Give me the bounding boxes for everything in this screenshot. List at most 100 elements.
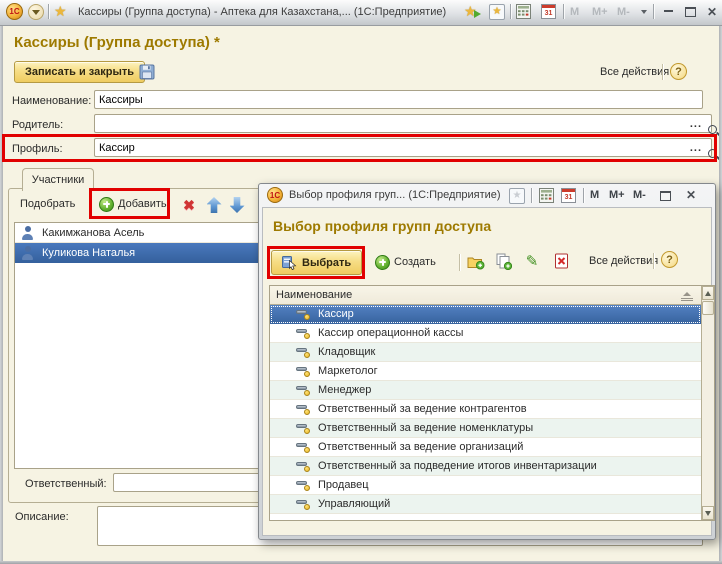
add-plus-icon [99,197,114,212]
dialog-titlebar: Выбор профиля груп... (1С:Предприятие) ★… [259,184,715,207]
memory-m-plus-button[interactable]: M+ [609,189,625,201]
profile-name: Продавец [318,479,369,491]
scrollbar-thumb[interactable] [702,301,714,315]
member-row[interactable]: Куликова Наталья [15,243,259,263]
minimize-button[interactable] [660,3,676,12]
profiles-table-body: Кассир Кассир операционной кассы Кладовщик… [270,305,701,520]
column-header-name[interactable]: Наименование [270,286,701,305]
1c-logo-icon [6,3,23,20]
profile-row[interactable]: Кассир операционной кассы [270,324,701,343]
titlebar-separator [510,4,511,19]
calculator-icon[interactable] [539,188,554,203]
delete-member-icon[interactable]: ✖ [179,195,199,215]
tab-members[interactable]: Участники [22,168,94,191]
profile-row[interactable]: Кассир [270,305,701,324]
profile-row[interactable]: Ответственный за ведение организаций [270,438,701,457]
profile-row[interactable]: Ответственный за ведение контрагентов [270,400,701,419]
parent-choose-button[interactable]: ... [686,118,706,130]
titlebar-separator [531,188,532,203]
show-favorites-icon[interactable]: ★ [509,188,525,204]
save-and-close-button[interactable]: Записать и закрыть [14,61,145,83]
responsible-field-label: Ответственный: [25,478,107,490]
dialog-client-area: Выбор профиля групп доступа Выбрать Созд… [262,207,712,536]
memory-m-minus-button[interactable]: M- [617,6,630,18]
profile-item-icon [296,385,310,396]
create-plus-icon [375,255,390,270]
profile-item-icon [296,461,310,472]
profile-item-icon [296,347,310,358]
help-button[interactable]: ? [670,63,687,80]
save-icon[interactable] [137,62,157,82]
move-down-icon[interactable] [227,195,247,215]
profile-input[interactable] [95,142,686,154]
form-title: Кассиры (Группа доступа) * [14,34,220,51]
calendar-icon[interactable]: 31 [541,4,556,19]
system-menu-button[interactable] [28,4,44,20]
profile-name: Кассир [318,308,354,320]
memory-m-button[interactable]: M [570,6,579,18]
profile-choose-button[interactable]: ... [686,142,706,154]
member-row[interactable]: Какимжанова Асель [15,223,259,243]
profile-row[interactable]: Кладовщик [270,343,701,362]
close-button[interactable]: ✕ [704,5,720,19]
dialog-close-button[interactable]: ✕ [683,188,699,202]
profile-name: Маркетолог [318,365,378,377]
profiles-table: Наименование Кассир Кассир операционной к… [269,285,715,521]
profile-name: Ответственный за ведение организаций [318,441,523,453]
profile-item-icon [296,480,310,491]
memory-m-minus-button[interactable]: M- [633,189,646,201]
description-field-label: Описание: [15,511,69,523]
create-group-icon[interactable] [466,252,486,272]
titlebar-more-chevron-icon[interactable] [641,6,647,17]
vertical-scrollbar[interactable] [701,286,714,520]
scroll-down-button[interactable] [702,506,714,520]
toolbar-separator [653,253,654,269]
profile-row[interactable]: Ответственный за ведение номенклатуры [270,419,701,438]
memory-m-plus-button[interactable]: M+ [592,6,608,18]
titlebar-separator [653,4,654,19]
dialog-help-button[interactable]: ? [661,251,678,268]
profile-item-icon [296,404,310,415]
select-icon [282,255,297,270]
name-field-label: Наименование: [12,95,91,107]
pick-members-button[interactable]: Подобрать [16,194,79,214]
triangle-up-icon [705,288,711,296]
profile-name: Ответственный за ведение контрагентов [318,403,527,415]
toolbar-separator [459,254,460,271]
profile-field-label: Профиль: [12,143,63,155]
profile-row[interactable]: Ответственный за подведение итогов инвен… [270,457,701,476]
titlebar-separator [48,4,49,19]
parent-field-label: Родитель: [12,119,63,131]
scroll-up-button[interactable] [702,286,714,300]
profile-row[interactable]: Продавец [270,476,701,495]
profile-row[interactable]: Маркетолог [270,362,701,381]
calendar-icon[interactable]: 31 [561,188,576,203]
profile-name: Кассир операционной кассы [318,327,463,339]
profile-item-icon [296,328,310,339]
profile-item-icon [296,309,310,320]
all-actions-button[interactable]: Все действия [600,66,680,78]
edit-pencil-icon[interactable] [522,251,542,271]
profile-name: Ответственный за ведение номенклатуры [318,422,533,434]
dialog-maximize-button[interactable] [657,191,673,201]
add-member-button[interactable]: Добавить [95,194,171,214]
name-input[interactable] [94,90,703,109]
add-to-favorites-icon[interactable]: ★ [464,4,477,18]
calculator-icon[interactable] [516,4,531,19]
delete-item-icon[interactable] [551,251,571,271]
profile-row[interactable]: Менеджер [270,381,701,400]
favorites-star-icon[interactable]: ★ [54,4,67,18]
move-up-icon[interactable] [204,195,224,215]
create-button[interactable]: Создать [371,252,440,272]
profile-name: Управляющий [318,498,390,510]
maximize-button[interactable] [682,7,698,17]
triangle-down-icon [705,511,711,519]
profile-item-icon [296,442,310,453]
profile-row[interactable]: Управляющий [270,495,701,514]
parent-input[interactable] [95,118,686,130]
memory-m-button[interactable]: M [590,189,599,201]
show-favorites-icon[interactable]: ★ [489,4,505,20]
dialog-all-actions-button[interactable]: Все действия [589,255,669,267]
select-button[interactable]: Выбрать [271,250,362,275]
copy-item-icon[interactable] [494,251,514,271]
